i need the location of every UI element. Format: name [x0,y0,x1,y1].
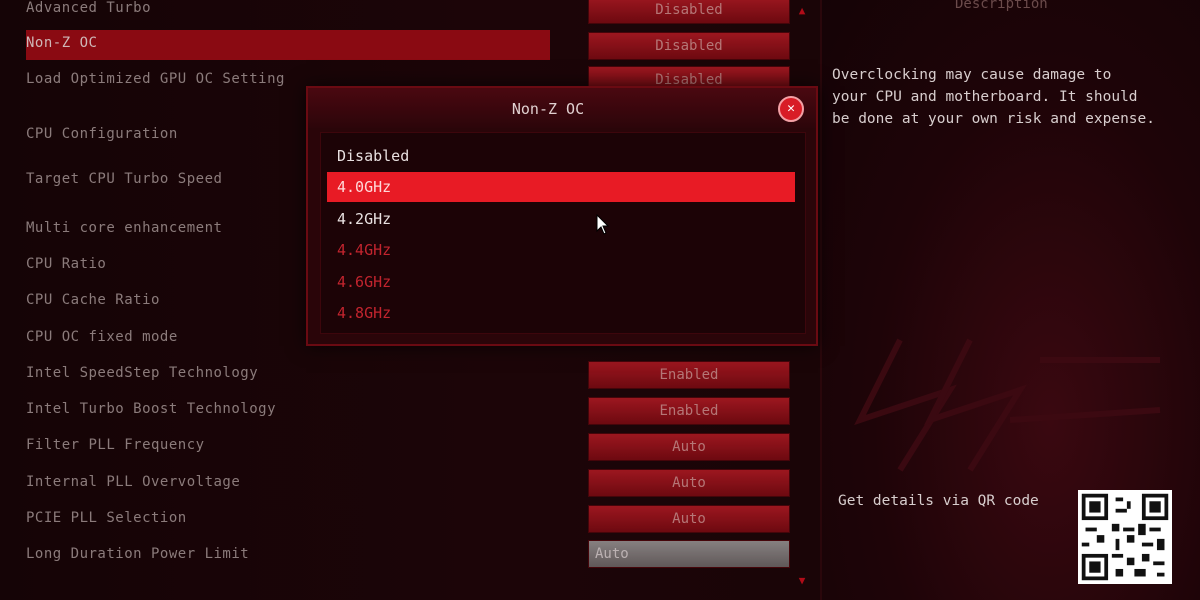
setting-label: CPU Ratio [26,256,107,272]
setting-label: Long Duration Power Limit [26,546,250,562]
setting-label: Intel SpeedStep Technology [26,365,259,381]
option-disabled[interactable]: Disabled [327,141,795,171]
scroll-down-arrow-icon[interactable]: ▼ [795,574,809,587]
long-duration-power-limit-input[interactable]: Auto [588,540,790,568]
setting-label: Filter PLL Frequency [26,437,205,453]
option-4-6ghz[interactable]: 4.6GHz [327,267,795,297]
dialog-header: Non-Z OC ✕ [308,88,816,128]
setting-label: Advanced Turbo [26,0,152,16]
option-4-0ghz[interactable]: 4.0GHz [327,172,795,202]
setting-label: CPU OC fixed mode [26,329,178,345]
qr-label: Get details via QR code [838,493,1039,509]
description-title: Description [955,0,1048,12]
non-z-oc-dialog: Non-Z OC ✕ Disabled 4.0GHz 4.2GHz 4.4GHz… [306,86,818,346]
option-4-2ghz[interactable]: 4.2GHz [327,204,795,234]
setting-label: Internal PLL Overvoltage [26,474,241,490]
setting-label: Load Optimized GPU OC Setting [26,71,285,87]
close-icon[interactable]: ✕ [778,96,804,122]
scroll-up-arrow-icon[interactable]: ▲ [795,4,809,17]
non-z-oc-value-button[interactable]: Disabled [588,32,790,60]
intel-turbo-boost-value-button[interactable]: Enabled [588,397,790,425]
pcie-pll-selection-value-button[interactable]: Auto [588,505,790,533]
advanced-turbo-value-button[interactable]: Disabled [588,0,790,24]
option-4-8ghz[interactable]: 4.8GHz [327,298,795,328]
setting-label: Intel Turbo Boost Technology [26,401,277,417]
setting-label: PCIE PLL Selection [26,510,187,526]
setting-label: Target CPU Turbo Speed [26,171,223,187]
setting-label: Non-Z OC [26,35,98,51]
section-label: CPU Configuration [26,126,178,142]
dialog-title: Non-Z OC [511,100,585,118]
internal-pll-overvoltage-value-button[interactable]: Auto [588,469,790,497]
intel-speedstep-value-button[interactable]: Enabled [588,361,790,389]
qr-code-icon [1078,490,1172,584]
mouse-pointer-icon [596,214,610,235]
setting-label: Multi core enhancement [26,220,223,236]
selection-highlight [26,30,550,60]
setting-label: CPU Cache Ratio [26,292,160,308]
option-4-4ghz[interactable]: 4.4GHz [327,235,795,265]
description-text: Overclocking may cause damage to your CP… [832,67,1156,127]
filter-pll-frequency-value-button[interactable]: Auto [588,433,790,461]
brand-logo-watermark-icon [854,338,1161,472]
option-list: Disabled 4.0GHz 4.2GHz 4.4GHz 4.6GHz 4.8… [320,132,806,334]
